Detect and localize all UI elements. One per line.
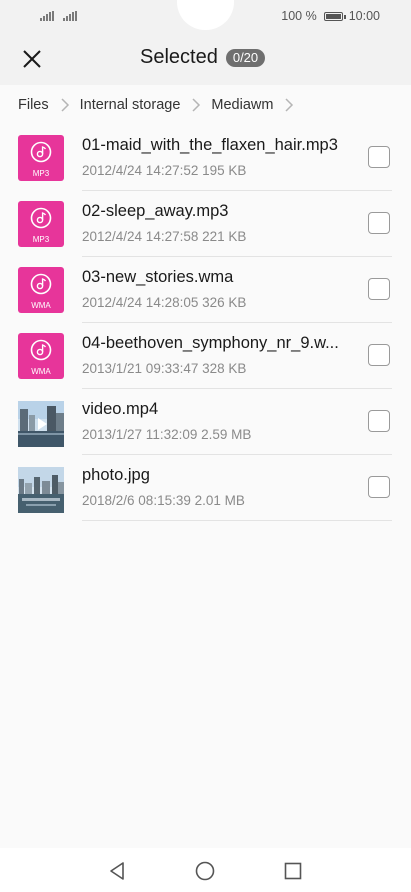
file-name: 02-sleep_away.mp3 — [82, 202, 229, 220]
select-checkbox[interactable] — [368, 344, 390, 366]
photo-thumbnail — [18, 467, 64, 513]
file-name: photo.jpg — [82, 466, 150, 484]
file-meta: 2013/1/21 09:33:47 328 KB — [82, 361, 246, 376]
file-meta: 2012/4/24 14:27:58 221 KB — [82, 229, 246, 244]
back-button[interactable] — [107, 860, 129, 882]
select-checkbox[interactable] — [368, 410, 390, 432]
navigation-bar — [0, 848, 411, 892]
file-size: 2.59 MB — [201, 427, 252, 442]
page-title: Selected — [140, 46, 218, 68]
battery-icon — [323, 11, 346, 21]
chevron-right-icon — [285, 98, 294, 112]
breadcrumb-item-files[interactable]: Files — [18, 97, 49, 113]
back-icon — [110, 862, 124, 880]
close-button[interactable] — [14, 41, 50, 77]
home-button[interactable] — [194, 860, 216, 882]
file-size: 195 KB — [202, 163, 247, 178]
recents-icon — [284, 862, 302, 880]
battery-percent: 100 % — [281, 9, 317, 23]
breadcrumb: Files Internal storage Mediawm — [18, 92, 304, 118]
header: Selected 0/20 — [0, 33, 411, 85]
file-meta: 2012/4/24 14:27:52 195 KB — [82, 163, 246, 178]
file-date: 2012/4/24 14:27:58 — [82, 229, 199, 244]
list-item[interactable]: photo.jpg 2018/2/6 08:15:39 2.01 MB — [0, 455, 411, 521]
list-item[interactable]: WMA 03-new_stories.wma 2012/4/24 14:28:0… — [0, 257, 411, 323]
select-checkbox[interactable] — [368, 146, 390, 168]
file-type-label: MP3 — [32, 235, 50, 244]
file-meta: 2013/1/27 11:32:09 2.59 MB — [82, 427, 251, 442]
file-type-label: WMA — [31, 301, 51, 310]
status-bar: 100 % 10:00 — [0, 0, 411, 33]
signal-icon-2 — [63, 11, 77, 21]
file-name: 03-new_stories.wma — [82, 268, 234, 286]
file-meta: 2012/4/24 14:28:05 326 KB — [82, 295, 246, 310]
divider — [82, 520, 392, 521]
file-name: 01-maid_with_the_flaxen_hair.mp3 — [82, 136, 338, 154]
music-icon: WMA — [18, 267, 64, 313]
selected-count-badge: 0/20 — [225, 48, 266, 67]
file-size: 326 KB — [202, 295, 247, 310]
file-date: 2013/1/27 11:32:09 — [82, 427, 198, 442]
file-meta: 2018/2/6 08:15:39 2.01 MB — [82, 493, 245, 508]
signal-icon — [40, 11, 54, 21]
breadcrumb-item-mediawm[interactable]: Mediawm — [211, 97, 273, 113]
file-size: 2.01 MB — [194, 493, 245, 508]
file-list: MP3 01-maid_with_the_flaxen_hair.mp3 201… — [0, 125, 411, 521]
home-icon — [195, 861, 215, 881]
music-icon: MP3 — [18, 135, 64, 181]
chevron-right-icon — [192, 98, 201, 112]
camera-notch — [177, 0, 234, 30]
file-date: 2012/4/24 14:28:05 — [82, 295, 199, 310]
list-item[interactable]: video.mp4 2013/1/27 11:32:09 2.59 MB — [0, 389, 411, 455]
list-item[interactable]: MP3 01-maid_with_the_flaxen_hair.mp3 201… — [0, 125, 411, 191]
file-type-label: WMA — [31, 367, 51, 376]
clock: 10:00 — [348, 9, 380, 23]
title-group: Selected 0/20 — [140, 46, 266, 69]
list-item[interactable]: MP3 02-sleep_away.mp3 2012/4/24 14:27:58… — [0, 191, 411, 257]
file-name: 04-beethoven_symphony_nr_9.w... — [82, 334, 339, 352]
recents-button[interactable] — [282, 860, 304, 882]
close-icon — [23, 50, 41, 68]
file-size: 328 KB — [202, 361, 247, 376]
status-right: 100 % 10:00 — [281, 9, 380, 23]
file-date: 2018/2/6 08:15:39 — [82, 493, 191, 508]
select-checkbox[interactable] — [368, 476, 390, 498]
video-thumbnail — [18, 401, 64, 447]
chevron-right-icon — [61, 98, 69, 112]
music-icon: MP3 — [18, 201, 64, 247]
file-type-label: MP3 — [32, 169, 50, 178]
file-date: 2013/1/21 09:33:47 — [82, 361, 199, 376]
list-item[interactable]: WMA 04-beethoven_symphony_nr_9.w... 2013… — [0, 323, 411, 389]
file-size: 221 KB — [202, 229, 247, 244]
select-checkbox[interactable] — [368, 212, 390, 234]
select-checkbox[interactable] — [368, 278, 390, 300]
music-icon: WMA — [18, 333, 64, 379]
breadcrumb-item-internal-storage[interactable]: Internal storage — [80, 97, 181, 113]
file-date: 2012/4/24 14:27:52 — [82, 163, 199, 178]
file-name: video.mp4 — [82, 400, 159, 418]
